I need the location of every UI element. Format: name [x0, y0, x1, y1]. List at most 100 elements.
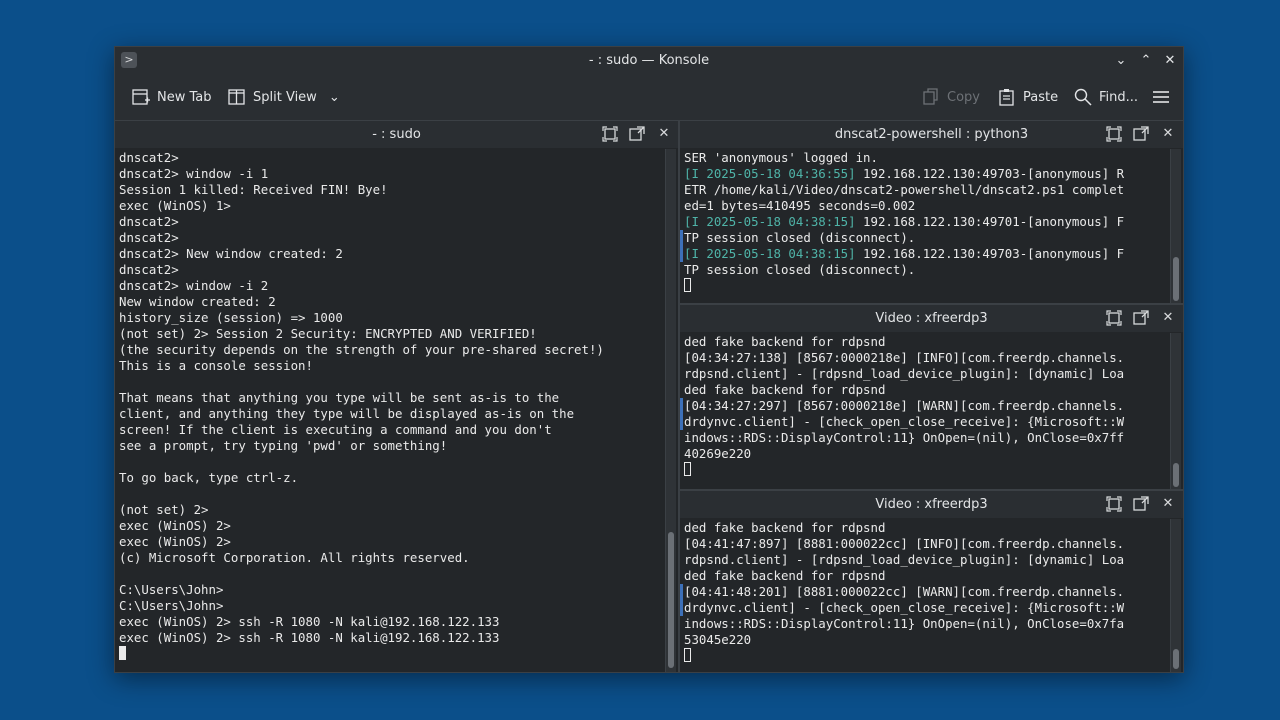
maximize-button[interactable]: ⌃	[1136, 51, 1156, 71]
scrollbar[interactable]	[665, 149, 676, 672]
terminal-line: [04:41:48:201] [8881:000022cc] [WARN][co…	[684, 584, 1125, 599]
new-tab-button[interactable]: New Tab	[131, 74, 212, 120]
detach-pane-icon[interactable]	[1132, 125, 1150, 143]
terminal-line: exec (WinOS) 2> ssh -R 1080 -N kali@192.…	[119, 630, 500, 645]
split-view-button[interactable]: Split View ⌄	[227, 74, 340, 120]
scrollbar[interactable]	[1170, 333, 1181, 489]
terminal-line: SER 'anonymous' logged in.	[684, 150, 1165, 166]
pane-header: - : sudo ✕	[115, 121, 678, 148]
terminal-line: dnscat2> window -i 2	[119, 278, 269, 293]
minimize-button[interactable]: ⌄	[1111, 51, 1131, 71]
close-pane-button[interactable]: ✕	[1159, 495, 1177, 513]
terminal-line: To go back, type ctrl-z.	[119, 470, 299, 485]
hamburger-menu-button[interactable]	[1151, 74, 1171, 120]
terminal-line: rdpsnd.client] - [rdpsnd_load_device_plu…	[684, 366, 1125, 381]
scrollbar-thumb[interactable]	[1173, 463, 1179, 487]
window-title: - : sudo — Konsole	[588, 53, 710, 68]
log-text: 192.168.122.130:49703-[anonymous] F	[855, 246, 1125, 261]
terminal-line: [I 2025-05-18 04:38:15] 192.168.122.130:…	[684, 246, 1165, 262]
terminal-line: exec (WinOS) 1>	[119, 198, 231, 213]
terminal-cursor	[684, 648, 691, 662]
find-label: Find...	[1099, 89, 1139, 105]
terminal-line: dnscat2> window -i 1	[119, 166, 269, 181]
scrollbar-thumb[interactable]	[1173, 257, 1179, 301]
log-text: ETR /home/kali/Video/dnscat2-powershell/…	[684, 182, 1125, 197]
maximize-pane-icon[interactable]	[1105, 495, 1123, 513]
terminal-output[interactable]: ded fake backend for rdpsnd [04:41:47:897…	[684, 520, 1165, 672]
split-view-icon	[228, 89, 245, 105]
log-timestamp: [I 2025-05-18 04:36:55]	[684, 166, 856, 181]
terminal-prompt-line	[684, 462, 1165, 478]
terminal-line: drdynvc.client] - [check_open_close_rece…	[684, 600, 1125, 615]
search-icon	[1074, 88, 1092, 106]
terminal-line: Session 1 killed: Received FIN! Bye!	[119, 182, 388, 197]
terminal-output[interactable]: ded fake backend for rdpsnd [04:34:27:138…	[684, 334, 1165, 489]
terminal-pane-top-right[interactable]: dnscat2-powershell : python3 ✕ SER 'anon…	[680, 121, 1183, 303]
close-pane-button[interactable]: ✕	[1159, 125, 1177, 143]
terminal-line: exec (WinOS) 2> ssh -R 1080 -N kali@192.…	[119, 614, 500, 629]
log-timestamp: [I 2025-05-18 04:38:15]	[684, 246, 856, 261]
log-text: ed=1 bytes=410495 seconds=0.002	[684, 198, 916, 213]
terminal-pane-middle-right[interactable]: Video : xfreerdp3 ✕ ded fake backend for…	[680, 305, 1183, 489]
terminal-line: dnscat2> New window created: 2	[119, 246, 343, 261]
detach-pane-icon[interactable]	[1132, 495, 1150, 513]
scrollbar[interactable]	[1170, 519, 1181, 672]
detach-pane-icon[interactable]	[1132, 309, 1150, 327]
paste-button[interactable]: Paste	[997, 74, 1058, 120]
log-timestamp: [I 2025-05-18 04:38:15]	[684, 214, 856, 229]
split-view-label: Split View	[253, 89, 317, 105]
scrollbar-thumb[interactable]	[668, 532, 674, 668]
terminal-line: screen! If the client is executing a com…	[119, 422, 552, 437]
log-text: SER 'anonymous' logged in.	[684, 150, 878, 165]
log-text: 192.168.122.130:49701-[anonymous] F	[855, 214, 1125, 229]
window-titlebar[interactable]: > - : sudo — Konsole ⌄ ⌃ ✕	[115, 47, 1183, 74]
terminal-output[interactable]: SER 'anonymous' logged in. [I 2025-05-18 …	[684, 150, 1165, 303]
hamburger-menu-icon	[1153, 91, 1169, 103]
terminal-line: dnscat2>	[119, 150, 179, 165]
terminal-line: ded fake backend for rdpsnd	[684, 382, 886, 397]
maximize-pane-icon[interactable]	[1105, 309, 1123, 327]
log-text: TP session closed (disconnect).	[684, 262, 916, 277]
terminal-line: (not set) 2>	[119, 502, 209, 517]
pane-title: - : sudo	[372, 127, 421, 142]
terminal-line: 53045e220	[684, 632, 752, 647]
terminal-line: (c) Microsoft Corporation. All rights re…	[119, 550, 470, 565]
terminal-prompt-line	[119, 646, 660, 662]
terminal-line: ed=1 bytes=410495 seconds=0.002	[684, 198, 1165, 214]
new-tab-label: New Tab	[157, 89, 212, 105]
maximize-pane-icon[interactable]	[1105, 125, 1123, 143]
terminal-line: see a prompt, try typing 'pwd' or someth…	[119, 438, 448, 453]
close-pane-button[interactable]: ✕	[1159, 309, 1177, 327]
terminal-line: (not set) 2> Session 2 Security: ENCRYPT…	[119, 326, 537, 341]
scrollbar-thumb[interactable]	[1173, 649, 1179, 669]
terminal-line: indows::RDS::DisplayControl:11} OnOpen=(…	[684, 616, 1125, 631]
terminal-line: rdpsnd.client] - [rdpsnd_load_device_plu…	[684, 552, 1125, 567]
close-pane-button[interactable]: ✕	[655, 125, 673, 143]
terminal-line: ded fake backend for rdpsnd	[684, 520, 886, 535]
scrollbar[interactable]	[1170, 149, 1181, 303]
terminal-line: (the security depends on the strength of…	[119, 342, 604, 357]
pane-header: dnscat2-powershell : python3 ✕	[680, 121, 1183, 148]
chevron-down-icon[interactable]: ⌄	[329, 90, 340, 105]
terminal-pane-bottom-right[interactable]: Video : xfreerdp3 ✕ ded fake backend for…	[680, 491, 1183, 672]
copy-button[interactable]: Copy	[921, 74, 980, 120]
terminal-output[interactable]: dnscat2> dnscat2> window -i 1 Session 1 ki…	[119, 150, 660, 672]
detach-pane-icon[interactable]	[628, 125, 646, 143]
find-button[interactable]: Find...	[1073, 74, 1138, 120]
terminal-line: C:\Users\John>	[119, 598, 224, 613]
close-window-button[interactable]: ✕	[1160, 51, 1180, 71]
terminal-cursor	[684, 278, 691, 292]
terminal-pane-left[interactable]: - : sudo ✕ dnscat2> dnscat2> window -i 1S…	[115, 121, 678, 672]
pane-header: Video : xfreerdp3 ✕	[680, 491, 1183, 518]
terminal-line: exec (WinOS) 2>	[119, 518, 231, 533]
copy-label: Copy	[947, 89, 980, 105]
terminal-line: history_size (session) => 1000	[119, 310, 343, 325]
main-toolbar: New Tab Split View ⌄ Copy Paste Find...	[115, 74, 1183, 121]
terminal-line: [04:34:27:138] [8567:0000218e] [INFO][co…	[684, 350, 1125, 365]
maximize-pane-icon[interactable]	[601, 125, 619, 143]
new-tab-icon	[132, 89, 150, 105]
